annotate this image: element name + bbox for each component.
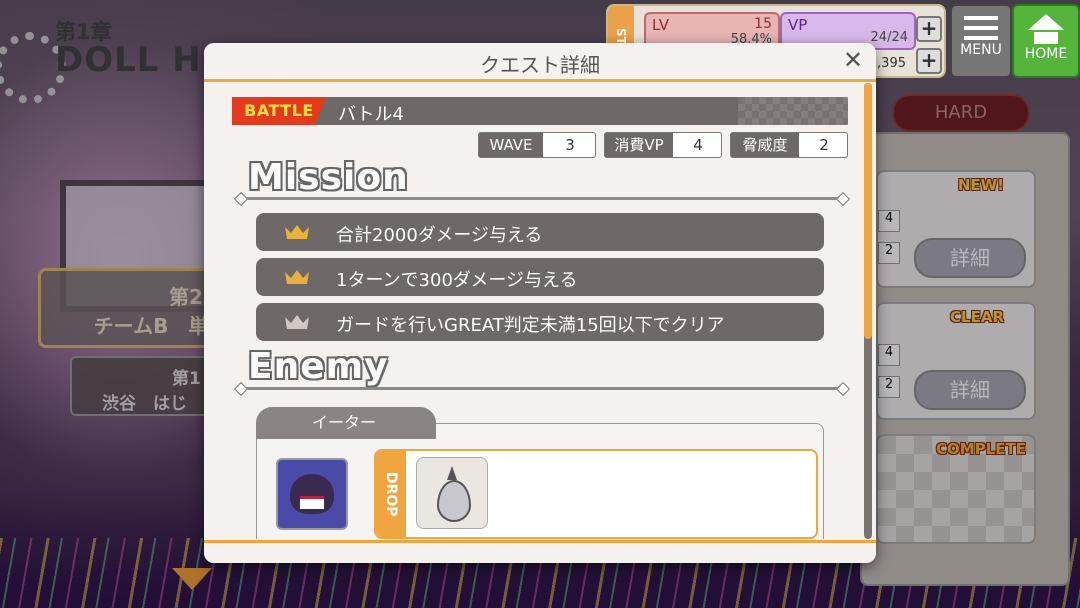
mission-heading: Mission — [248, 157, 409, 198]
dialog-header: クエスト詳細 ✕ — [204, 43, 876, 82]
quest-detail-dialog: クエスト詳細 ✕ BATTLE バトル4 WAVE 3 消費VP 4 脅威度 2… — [204, 43, 876, 563]
scrollbar-thumb[interactable] — [864, 83, 872, 339]
battle-name: バトル4 — [338, 104, 404, 125]
home-button[interactable]: HOME — [1012, 4, 1080, 78]
drop-item[interactable] — [416, 457, 488, 529]
teardrop-pendant-icon — [437, 480, 471, 522]
dialog-title: クエスト詳細 — [480, 53, 600, 77]
pendant-hook-icon — [447, 466, 457, 480]
battle-badge: BATTLE — [232, 97, 326, 125]
vp-cost-label: 消費VP — [605, 133, 673, 157]
wave-value: 3 — [565, 136, 575, 154]
menu-button[interactable]: MENU — [950, 4, 1012, 78]
drop-panel: DROP — [374, 449, 818, 539]
drop-label: DROP — [376, 451, 406, 537]
hamburger-icon — [964, 16, 998, 40]
section-divider — [240, 197, 844, 200]
vp-cost-stat: 消費VP 4 — [604, 132, 722, 158]
crown-icon — [285, 225, 309, 239]
dialog-footer — [204, 540, 876, 563]
threat-label: 脅威度 — [731, 133, 799, 157]
enemy-heading: Enemy — [248, 346, 389, 387]
vp-value: 24/24 — [870, 30, 908, 45]
threat-value: 2 — [819, 136, 829, 154]
mission-item: 1ターンで300ダメージ与える — [256, 258, 824, 296]
crown-icon — [285, 315, 309, 329]
home-icon — [1028, 14, 1064, 30]
wave-label: WAVE — [479, 133, 543, 157]
monster-teeth — [300, 496, 324, 509]
close-icon[interactable]: ✕ — [840, 47, 866, 73]
home-label: HOME — [1024, 46, 1068, 62]
mission-text: ガードを行いGREAT判定未満15回以下でクリア — [336, 315, 725, 336]
crown-icon — [285, 270, 309, 284]
mission-text: 1ターンで300ダメージ与える — [336, 270, 578, 291]
enemy-portrait[interactable] — [276, 458, 348, 530]
threat-stat: 脅威度 2 — [730, 132, 848, 158]
level-value: 15 — [754, 16, 772, 32]
money-value: ,395 — [877, 56, 906, 71]
enemy-name-tab: イーター — [256, 407, 436, 439]
checker-pattern — [738, 97, 848, 125]
enemy-name: イーター — [312, 413, 377, 432]
mission-text: 合計2000ダメージ与える — [336, 225, 543, 246]
wave-stat: WAVE 3 — [478, 132, 596, 158]
mission-item: 合計2000ダメージ与える — [256, 213, 824, 251]
add-money-button[interactable]: + — [916, 48, 942, 74]
level-label: LV — [652, 16, 669, 34]
mission-item: ガードを行いGREAT判定未満15回以下でクリア — [256, 303, 824, 341]
vp-label: VP — [788, 16, 808, 34]
section-divider — [240, 387, 844, 390]
vp-cost-value: 4 — [693, 136, 703, 154]
add-vp-button[interactable]: + — [916, 16, 942, 42]
battle-header: BATTLE バトル4 — [232, 97, 848, 125]
home-icon-base — [1034, 32, 1058, 44]
dialog-body[interactable]: BATTLE バトル4 WAVE 3 消費VP 4 脅威度 2 Mission … — [204, 83, 864, 539]
menu-label: MENU — [960, 42, 1002, 58]
dialog-scrollbar[interactable] — [864, 83, 872, 539]
